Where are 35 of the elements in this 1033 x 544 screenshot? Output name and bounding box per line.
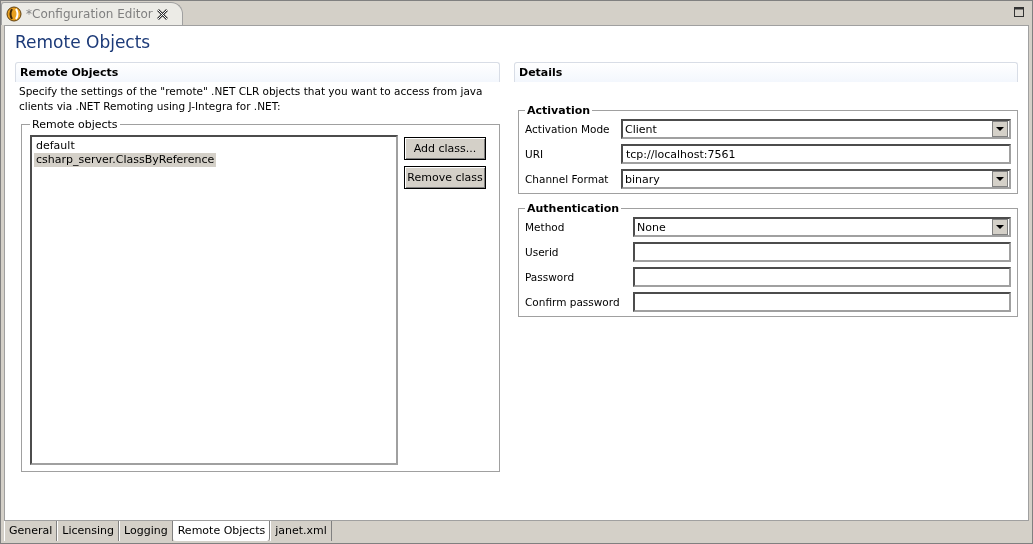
close-icon[interactable]	[156, 8, 168, 20]
app-logo-icon	[6, 6, 22, 22]
text-field[interactable]	[633, 267, 1011, 287]
maximize-icon[interactable]	[1014, 7, 1024, 17]
description-text: Specify the settings of the "remote" .NET CLR objects that you want to access from java clients via .NET Remoting using J-Integra for .NET:	[18, 84, 484, 114]
text-field[interactable]	[633, 242, 1011, 262]
text-field[interactable]: tcp://localhost:7561	[621, 144, 1011, 164]
text-field[interactable]	[633, 292, 1011, 312]
page-tab[interactable]: General	[4, 521, 58, 541]
list-item[interactable]: default	[34, 139, 77, 153]
class-button[interactable]: Remove class	[404, 166, 486, 189]
page-tab[interactable]: Logging	[119, 521, 173, 541]
field-label: URI	[525, 148, 545, 160]
group-title: Remote objects	[31, 118, 119, 131]
group-title: Authentication	[526, 202, 621, 215]
dropdown-field[interactable]: None	[633, 217, 1011, 237]
list-item[interactable]: csharp_server.ClassByReference	[34, 153, 217, 167]
section-header: Details	[514, 62, 1018, 82]
field-label: Confirm password	[525, 296, 621, 308]
dropdown-field[interactable]: Client	[621, 119, 1011, 139]
field-label: Userid	[525, 246, 560, 258]
group-title: Activation	[526, 104, 592, 117]
class-button[interactable]: Add class...	[404, 137, 486, 160]
dropdown-field[interactable]: binary	[621, 169, 1011, 189]
page-tab[interactable]: janet.xml	[270, 521, 332, 541]
editor-tab-title: *Configuration Editor	[26, 7, 153, 21]
object-list[interactable]: default csharp_server.ClassByReference	[30, 135, 398, 465]
section-header: Remote Objects	[15, 62, 500, 82]
page-tab[interactable]: Licensing	[57, 521, 120, 541]
field-label: Channel Format	[525, 173, 610, 185]
field-label: Method	[525, 221, 566, 233]
page-title: Remote Objects	[15, 32, 152, 52]
field-label: Activation Mode	[525, 123, 611, 135]
page-tab[interactable]: Remote Objects	[172, 521, 271, 541]
field-label: Password	[525, 271, 576, 283]
